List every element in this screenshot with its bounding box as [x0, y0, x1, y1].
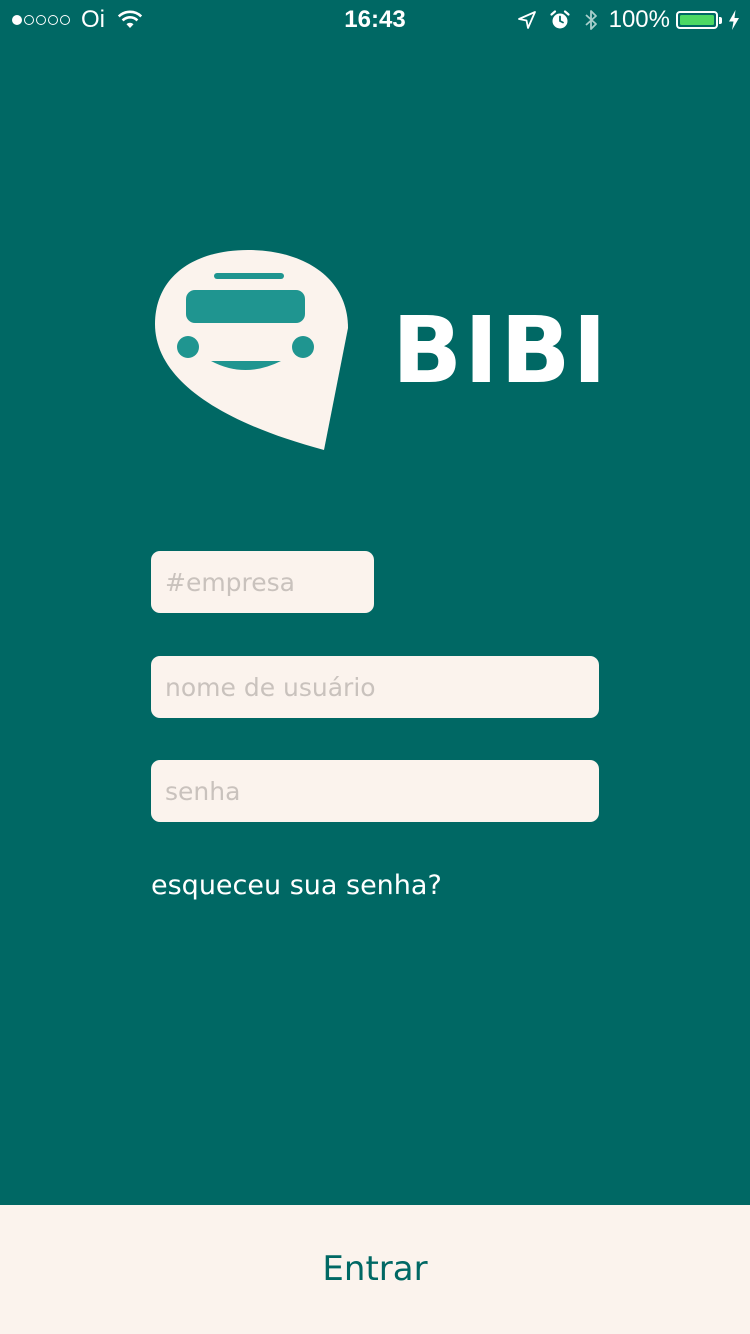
bus-speech-bubble-icon [152, 248, 352, 454]
company-input[interactable] [151, 551, 374, 613]
battery-tip [719, 16, 722, 24]
username-input[interactable] [151, 656, 599, 718]
status-bar: Oi 16:43 100% [0, 0, 750, 40]
brand-name: BIBI [392, 297, 609, 404]
password-input[interactable] [151, 760, 599, 822]
battery-fill [680, 15, 714, 25]
location-arrow-icon [517, 10, 537, 30]
status-right: 100% [505, 6, 740, 34]
forgot-password-link[interactable]: esqueceu sua senha? [151, 866, 442, 906]
battery-icon [676, 11, 722, 29]
login-button[interactable]: Entrar [0, 1205, 750, 1334]
battery-percent: 100% [608, 6, 670, 33]
alarm-clock-icon [549, 9, 571, 31]
charging-bolt-icon [728, 9, 740, 31]
bluetooth-icon [583, 8, 599, 32]
battery-body [676, 11, 718, 29]
